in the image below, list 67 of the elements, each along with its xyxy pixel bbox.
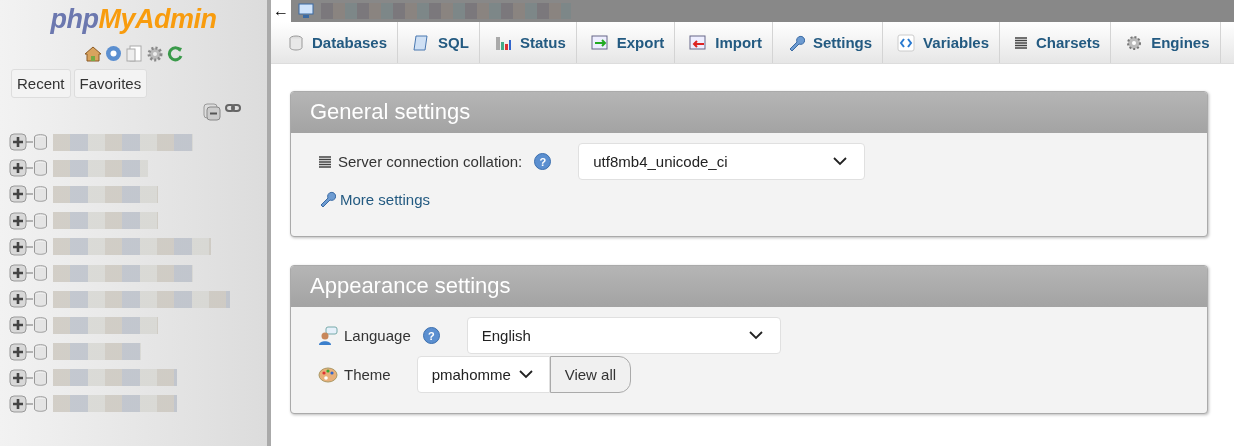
lines-icon — [1014, 35, 1028, 50]
lines-icon — [318, 154, 332, 169]
sidebar-tab-button[interactable]: Favorites — [73, 69, 148, 98]
chevron-down-icon — [748, 331, 763, 340]
export-icon — [590, 34, 609, 51]
database-icon — [33, 369, 48, 386]
reload-icon[interactable] — [166, 45, 184, 62]
expand-icon[interactable] — [9, 159, 33, 178]
field-label: Theme — [344, 366, 391, 383]
dropdown[interactable]: English — [466, 317, 781, 354]
chevron-down-icon — [518, 370, 533, 379]
collapse-all-icon[interactable] — [203, 103, 221, 121]
scroll-icon — [412, 33, 431, 52]
help-icon[interactable]: ? — [534, 153, 552, 170]
database-icon — [33, 238, 48, 255]
settings-icon[interactable] — [145, 45, 164, 63]
database-icon — [33, 265, 48, 282]
nav-tab[interactable]: Import — [675, 22, 773, 63]
palette-icon — [318, 365, 338, 384]
home-icon[interactable] — [83, 45, 102, 63]
expand-icon[interactable] — [9, 133, 33, 152]
expand-icon[interactable] — [9, 368, 33, 387]
expand-icon[interactable] — [9, 264, 33, 283]
server-icon[interactable] — [297, 3, 315, 19]
help-icon[interactable] — [104, 45, 122, 62]
nav-tab[interactable]: Status — [479, 22, 577, 63]
database-icon — [33, 317, 48, 334]
panel-title: General settings — [291, 92, 1207, 133]
view-all-button[interactable]: View all — [549, 356, 632, 393]
chevron-down-icon — [833, 157, 848, 166]
field-label: Language — [344, 327, 411, 344]
panel-title: Appearance settings — [291, 266, 1207, 307]
phpmyadmin-logo[interactable]: phpMyAdmin — [0, 0, 267, 35]
person-speech-icon — [318, 325, 338, 346]
database-icon — [288, 34, 304, 51]
database-icon — [33, 343, 48, 360]
more-settings-link[interactable]: More settings — [340, 190, 431, 208]
database-icon — [33, 212, 48, 229]
expand-icon[interactable] — [9, 290, 33, 309]
wrench-icon — [318, 190, 336, 208]
database-icon — [33, 186, 48, 203]
expand-icon[interactable] — [9, 394, 33, 413]
nav-tab[interactable]: Engines — [1111, 22, 1221, 63]
expand-icon[interactable] — [9, 211, 33, 230]
database-icon — [33, 395, 48, 412]
sidebar-tab-button[interactable]: Recent — [11, 69, 71, 98]
nav-tab[interactable]: SQL — [398, 22, 480, 63]
help-icon[interactable]: ? — [422, 327, 440, 344]
expand-icon[interactable] — [9, 316, 33, 335]
nav-tab[interactable]: Export — [576, 22, 676, 63]
dropdown[interactable]: pmahomme — [416, 356, 550, 393]
nav-tab[interactable]: Settings — [772, 22, 884, 63]
database-icon — [33, 291, 48, 308]
expand-icon[interactable] — [9, 237, 33, 256]
nav-tab[interactable]: Charsets — [1000, 22, 1112, 63]
link-icon[interactable] — [225, 103, 241, 113]
code-icon — [897, 33, 916, 52]
expand-icon[interactable] — [9, 342, 33, 361]
nav-tab[interactable]: Variables — [883, 22, 1000, 63]
dropdown[interactable]: utf8mb4_unicode_ci — [578, 143, 866, 180]
expand-icon[interactable] — [9, 185, 33, 204]
field-label: Server connection collation: — [338, 153, 523, 170]
database-icon — [33, 134, 48, 151]
gear-icon — [1125, 33, 1144, 52]
nav-tab[interactable]: Databases — [274, 22, 399, 63]
import-icon — [689, 34, 708, 51]
database-icon — [33, 160, 48, 177]
